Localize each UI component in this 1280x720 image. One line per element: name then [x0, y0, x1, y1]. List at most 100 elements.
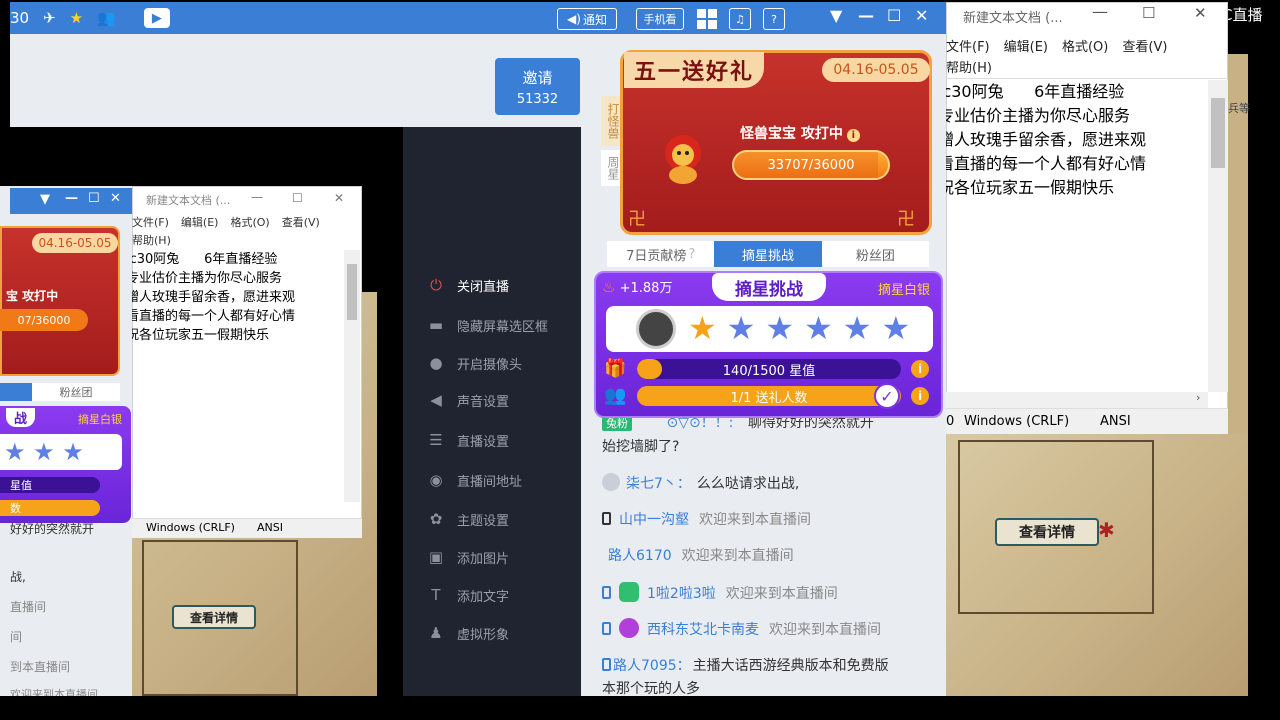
- menu-theme[interactable]: ✿ 主题设置: [425, 508, 575, 530]
- menu-label: 主题设置: [457, 513, 510, 529]
- mini-scrollbar-thumb: [347, 264, 357, 320]
- mini-notepad-line: 赠人玫瑰手留余香，愿进来观: [132, 290, 296, 305]
- menu-live-settings[interactable]: ☰ 直播设置: [425, 429, 575, 451]
- menu-camera[interactable]: ● 开启摄像头: [425, 352, 575, 374]
- star-icon: ★: [765, 309, 795, 347]
- mini-sc-rank: 摘星白银: [78, 413, 122, 426]
- lion-mascot-icon: [660, 133, 706, 185]
- gift-progress-text: 33707/36000: [767, 157, 855, 173]
- side-tab-monster[interactable]: 打怪兽: [601, 96, 621, 146]
- chat-user[interactable]: 路人7095：: [613, 658, 691, 674]
- info-icon[interactable]: i: [911, 387, 929, 405]
- mini-star-row: ★ ★ ★: [0, 434, 122, 470]
- star-icon: ★: [688, 309, 717, 347]
- flame-icon: ♨: [602, 278, 616, 296]
- close-icon[interactable]: ✕: [1194, 4, 1207, 22]
- horizontal-scrollbar[interactable]: [946, 392, 1208, 408]
- menu-label: 直播设置: [457, 434, 510, 450]
- menu-hide-capture-frame[interactable]: ▬ 隐藏屏幕选区框: [425, 314, 575, 336]
- close-icon[interactable]: ✕: [915, 6, 928, 25]
- menu-sound[interactable]: ◀ 声音设置: [425, 389, 575, 411]
- chat-user[interactable]: 路人6170: [608, 548, 672, 564]
- menu-help[interactable]: 帮助(H): [946, 57, 992, 76]
- menu-label: 添加文字: [457, 589, 510, 605]
- menu-add-image[interactable]: ▣ 添加图片: [425, 546, 575, 568]
- chat-text: 主播大话西游经典版本和免费版: [692, 658, 889, 674]
- maximize-icon[interactable]: ☐: [1142, 4, 1155, 22]
- minimize-icon[interactable]: —: [1092, 2, 1108, 21]
- menu-view[interactable]: 查看(V): [1122, 36, 1167, 55]
- star-icon[interactable]: ★: [70, 9, 83, 27]
- chat-text: 欢迎来到本直播间: [681, 548, 794, 564]
- menu-label: 直播间地址: [457, 474, 523, 490]
- chat-user[interactable]: 山中一沟壑: [619, 512, 689, 528]
- menu-format[interactable]: 格式(O): [1062, 36, 1108, 55]
- ranking-tabs: 7日贡献榜? 摘星挑战 粉丝团: [607, 241, 929, 267]
- mini-view-details-button: 查看详情: [172, 605, 256, 629]
- grid-icon[interactable]: [697, 9, 717, 29]
- menu-edit[interactable]: 编辑(E): [1004, 36, 1048, 55]
- mini-sc-title: 战: [6, 408, 36, 427]
- chat-user[interactable]: 柒七7丶：: [626, 476, 691, 492]
- dropdown-icon[interactable]: ▼: [830, 6, 842, 25]
- info-icon[interactable]: i: [911, 360, 929, 378]
- chat-user[interactable]: 西科东艾北卡南麦: [647, 622, 759, 638]
- maximize-icon[interactable]: ☐: [887, 6, 901, 25]
- vertical-scrollbar[interactable]: [1208, 80, 1228, 392]
- sliders-icon: ☰: [429, 431, 443, 449]
- close-icon: ✕: [334, 191, 345, 205]
- minimize-icon[interactable]: —: [858, 6, 874, 25]
- star-icon: ★: [804, 309, 833, 347]
- bell-icon[interactable]: ♫: [729, 8, 751, 30]
- invite-button[interactable]: 邀请 51332: [495, 58, 580, 115]
- mini-vertical-scrollbar: [344, 250, 360, 502]
- notepad-line: 赠人玫瑰手留余香，愿进来观: [946, 130, 1147, 149]
- tab-star-challenge[interactable]: 摘星挑战: [714, 241, 822, 267]
- avatar[interactable]: [636, 309, 676, 349]
- gift-boss-label: 怪兽宝宝 攻打中: [740, 126, 843, 142]
- gift-event-title: 五一送好礼: [624, 52, 765, 88]
- video-camera-icon[interactable]: ▶: [143, 8, 170, 28]
- location-icon: ◉: [429, 471, 443, 489]
- menu-room-address[interactable]: ◉ 直播间地址: [425, 469, 575, 491]
- menu-close-live[interactable]: ⏻ 关闭直播: [425, 274, 575, 296]
- help-icon[interactable]: ?: [763, 8, 785, 30]
- notepad-text-area[interactable]: ic30阿兔 6年直播经验 专业估价主播为你尽心服务 赠人玫瑰手留余香，愿进来观…: [946, 80, 1208, 392]
- mobile-icon: [602, 622, 611, 635]
- check-icon: ✓: [874, 383, 900, 409]
- view-details-button[interactable]: 查看详情: [995, 518, 1099, 546]
- fans-icon[interactable]: 👥: [97, 9, 116, 27]
- menu-label: 虚拟形象: [457, 627, 510, 643]
- info-icon[interactable]: i: [846, 129, 860, 142]
- star-challenge-rank[interactable]: 摘星白银: [878, 279, 930, 298]
- image-icon: ▣: [428, 548, 444, 566]
- plane-icon[interactable]: ✈: [43, 9, 56, 27]
- notify-button[interactable]: ◀) 通知: [557, 8, 617, 30]
- mini-tab-fan-club: 粉丝团: [32, 383, 120, 401]
- phone-watch-button[interactable]: 手机看: [636, 8, 684, 30]
- mini-gift-boss: 宝 攻打中: [6, 289, 59, 303]
- tab-fan-club[interactable]: 粉丝团: [821, 241, 929, 267]
- chat-text: 么么哒请求出战,: [696, 476, 800, 492]
- scroll-right-icon[interactable]: ›: [1196, 391, 1200, 404]
- chat-message: 路人6170 欢迎来到本直播间: [608, 545, 794, 565]
- mini-menu-file: 文件(F): [132, 216, 169, 229]
- star-challenge-title: 摘星挑战: [712, 273, 826, 301]
- mini-menu-view: 查看(V): [281, 216, 320, 229]
- game-side-text: 兵等: [1228, 102, 1250, 115]
- side-tab-weekstar[interactable]: 周星: [601, 150, 621, 186]
- monitor-icon: ▬: [428, 316, 444, 334]
- minimize-icon: —: [251, 190, 263, 204]
- maximize-icon: ☐: [292, 191, 303, 205]
- menu-virtual-avatar[interactable]: ♟ 虚拟形象: [425, 622, 575, 644]
- chat-user[interactable]: 1啦2啦3啦: [647, 586, 716, 602]
- chat-message: 山中一沟壑 欢迎来到本直播间: [602, 509, 811, 529]
- mobile-icon: [602, 586, 611, 599]
- scrollbar-thumb[interactable]: [1211, 98, 1225, 168]
- menu-file[interactable]: 文件(F): [946, 36, 990, 55]
- tab-7day-contribution[interactable]: 7日贡献榜?: [607, 241, 715, 267]
- mobile-icon: [602, 512, 611, 525]
- menu-add-text[interactable]: T 添加文字: [425, 584, 575, 606]
- screen: 30 ✈ ★ 👥 ▶ ◀) 通知 手机看 ♫ ? ▼ — ☐ ✕ 邀请 51332…: [0, 0, 1280, 720]
- menu-label: 添加图片: [457, 551, 510, 567]
